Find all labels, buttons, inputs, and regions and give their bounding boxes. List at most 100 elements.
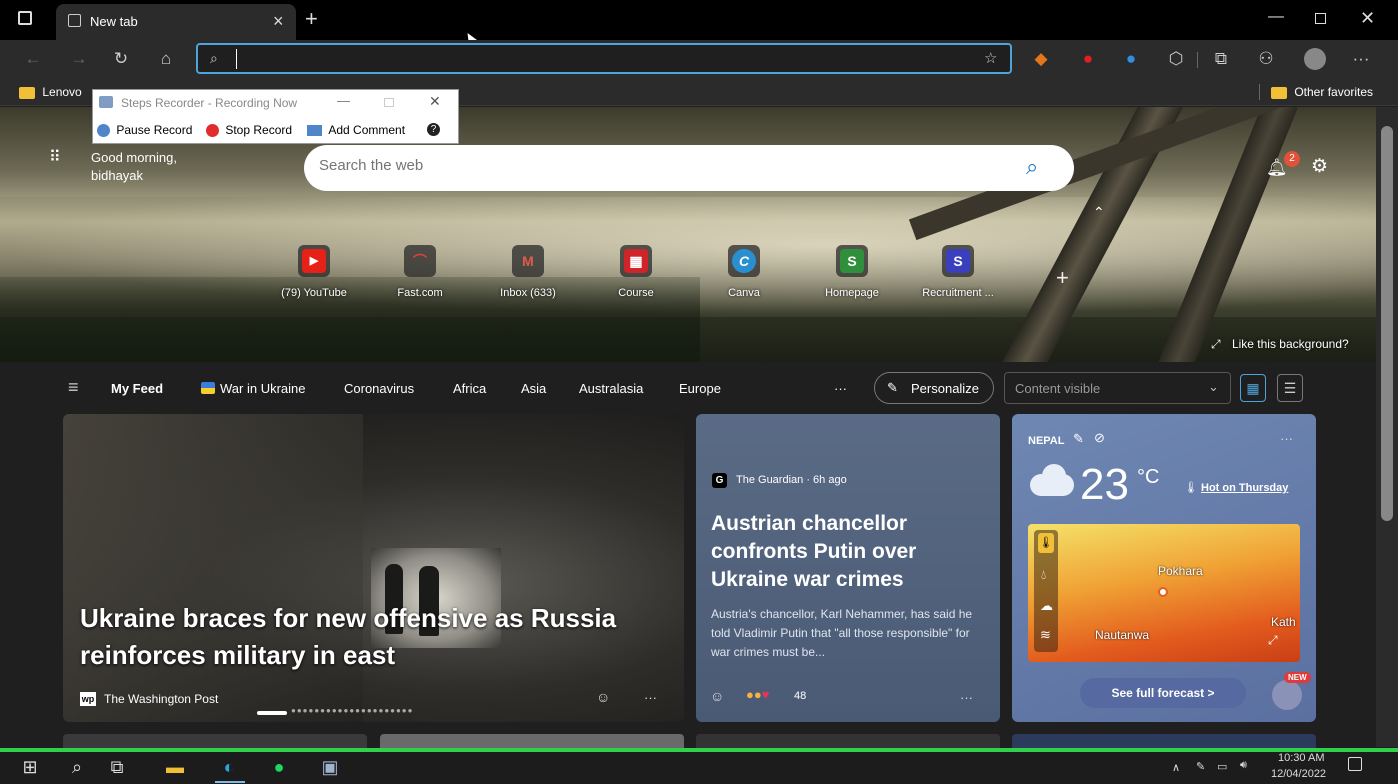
favorite-folder-lenovo[interactable]: Lenovo [19, 85, 82, 99]
steps-recorder-taskbar-icon[interactable]: ▣ [315, 757, 345, 778]
temperature-layer-icon[interactable]: 🌡︎ [1038, 533, 1054, 553]
tray-expand-icon[interactable]: ∧ [1172, 761, 1180, 774]
card-headline[interactable]: Austrian chancellor confronts Putin over… [711, 510, 981, 594]
minimize-icon[interactable]: — [1268, 8, 1284, 26]
see-full-forecast-button[interactable]: See full forecast > [1080, 678, 1246, 708]
add-reaction-icon[interactable]: ☺ [596, 689, 610, 705]
profile-switch-icon[interactable]: ⚇ [1255, 49, 1277, 69]
file-explorer-icon[interactable]: ▬ [160, 757, 190, 778]
adblock-extension-icon[interactable]: ● [1077, 49, 1099, 69]
quick-link-youtube[interactable]: ▶ (79) YouTube [264, 245, 364, 299]
quick-link-canva[interactable]: C Canva [694, 245, 794, 299]
personalize-button[interactable]: ✎ Personalize [874, 372, 994, 404]
close-tab-icon[interactable]: × [273, 11, 284, 32]
card-more-button[interactable]: ··· [644, 690, 657, 705]
task-view-icon[interactable]: ⧉ [102, 757, 132, 778]
collapse-chevron-icon[interactable]: ⌃ [1093, 204, 1105, 221]
tab-new-tab[interactable]: New tab × [56, 4, 296, 40]
carousel-dots[interactable]: ●●●●●●●●●●●●●●●●●●●●● [291, 706, 413, 715]
address-input[interactable] [236, 49, 956, 69]
search-icon[interactable]: ⌕ [62, 757, 92, 778]
page-settings-icon[interactable]: ⚙ [1311, 155, 1328, 178]
add-comment-button[interactable]: Add Comment [307, 123, 405, 137]
pen-icon[interactable]: ✎ [1196, 760, 1205, 773]
clock-date[interactable]: 12/04/2022 [1271, 768, 1326, 780]
content-visibility-select[interactable]: Content visible ⌄ [1004, 372, 1231, 404]
web-search-input[interactable] [319, 157, 999, 174]
copilot-avatar-icon[interactable] [1272, 680, 1302, 710]
tab-title: New tab [90, 14, 138, 29]
more-topics-button[interactable]: ··· [834, 381, 847, 396]
quick-link-homepage[interactable]: S Homepage [802, 245, 902, 299]
hot-thursday-link[interactable]: Hot on Thursday [1201, 482, 1288, 494]
collections-icon[interactable]: ⧉ [1210, 49, 1232, 69]
card-more-button[interactable]: ··· [960, 690, 973, 705]
close-window-icon[interactable]: ✕ [429, 93, 441, 110]
add-favorite-icon[interactable]: ☆ [984, 49, 997, 67]
like-background-link[interactable]: ⤢ Like this background? [1211, 337, 1349, 352]
carousel-indicator[interactable] [257, 711, 287, 715]
extensions-icon[interactable]: ⬡ [1165, 49, 1187, 69]
card-headline[interactable]: Ukraine braces for new offensive as Russ… [80, 600, 660, 674]
forward-icon[interactable]: → [68, 49, 90, 69]
stop-record-button[interactable]: Stop Record [206, 123, 292, 138]
tab-actions-icon[interactable] [18, 11, 32, 25]
tab-europe[interactable]: Europe [679, 381, 721, 396]
steps-recorder-icon [99, 96, 113, 108]
settings-more-icon[interactable]: ··· [1350, 49, 1372, 69]
back-icon[interactable]: ← [22, 49, 44, 69]
new-tab-button[interactable]: + [305, 6, 318, 32]
favorite-folder-other[interactable]: Other favorites [1271, 85, 1373, 99]
quick-link-label: Inbox (633) [500, 287, 556, 299]
tab-coronavirus[interactable]: Coronavirus [344, 381, 414, 396]
volume-icon[interactable]: 🔊︎ [1240, 759, 1247, 772]
quick-link-course[interactable]: ▦ Course [586, 245, 686, 299]
quick-link-inbox[interactable]: M Inbox (633) [478, 245, 578, 299]
location-off-icon[interactable]: ⊘ [1094, 430, 1105, 446]
weather-map[interactable]: 🌡︎ 💧︎ ☁︎ ≋ Pokhara Nautanwa Kath ⤢ [1028, 524, 1300, 662]
web-search-box[interactable]: ⌕ [304, 145, 1074, 191]
scrollbar-thumb[interactable] [1381, 126, 1393, 521]
map-label-pokhara: Pokhara [1158, 564, 1203, 578]
edit-location-icon[interactable]: ✎ [1073, 431, 1084, 447]
tab-australasia[interactable]: Australasia [579, 381, 643, 396]
quick-link-recruitment[interactable]: S Recruitment ... [908, 245, 1008, 299]
refresh-icon[interactable]: ↻ [110, 49, 132, 69]
precipitation-layer-icon[interactable]: 💧︎ [1041, 567, 1046, 583]
avatar[interactable] [1304, 48, 1326, 70]
news-card-guardian[interactable]: G The Guardian · 6h ago Austrian chancel… [696, 414, 1000, 722]
pause-record-button[interactable]: Pause Record [97, 123, 192, 138]
edge-browser-icon[interactable]: ◐ [214, 757, 244, 778]
feed-menu-icon[interactable]: ≡ [68, 377, 79, 398]
blue-extension-icon[interactable]: ● [1120, 49, 1142, 69]
search-icon[interactable]: ⌕ [1026, 154, 1038, 180]
notifications-center-icon[interactable] [1348, 757, 1362, 771]
forecast-button-label: See full forecast > [1111, 686, 1215, 700]
news-card-main[interactable]: Ukraine braces for new offensive as Russ… [63, 414, 684, 722]
apps-launcher-icon[interactable]: ⠿ [49, 150, 61, 166]
address-bar[interactable]: ⌕ ☆ [196, 43, 1012, 74]
tab-war-in-ukraine[interactable]: War in Ukraine [220, 381, 305, 396]
card-more-button[interactable]: ··· [1280, 431, 1293, 446]
minimize-icon[interactable]: — [337, 93, 350, 108]
windows-start-icon[interactable]: ⊞ [15, 757, 45, 778]
network-icon[interactable]: ▭ [1217, 760, 1227, 773]
metamask-extension-icon[interactable]: ◆ [1030, 49, 1052, 69]
quick-link-fast[interactable]: ⌒ Fast.com [370, 245, 470, 299]
clock-time[interactable]: 10:30 AM [1278, 752, 1324, 764]
home-icon[interactable]: ⌂ [155, 49, 177, 69]
grid-layout-icon[interactable]: ▦ [1240, 374, 1266, 402]
tab-my-feed[interactable]: My Feed [111, 381, 163, 396]
list-layout-icon[interactable]: ☰ [1277, 374, 1303, 402]
wind-layer-icon[interactable]: ≋ [1040, 627, 1051, 643]
help-icon[interactable]: ? [427, 123, 440, 136]
cloud-layer-icon[interactable]: ☁︎ [1040, 598, 1053, 614]
expand-map-icon[interactable]: ⤢ [1268, 633, 1278, 648]
tab-africa[interactable]: Africa [453, 381, 486, 396]
add-reaction-icon[interactable]: ☺ [710, 688, 724, 704]
close-window-icon[interactable]: ✕ [1360, 8, 1375, 29]
tab-asia[interactable]: Asia [521, 381, 546, 396]
add-quick-link-button[interactable]: + [1056, 265, 1069, 291]
restore-icon[interactable] [1315, 13, 1326, 24]
spotify-icon[interactable]: ● [264, 757, 294, 778]
